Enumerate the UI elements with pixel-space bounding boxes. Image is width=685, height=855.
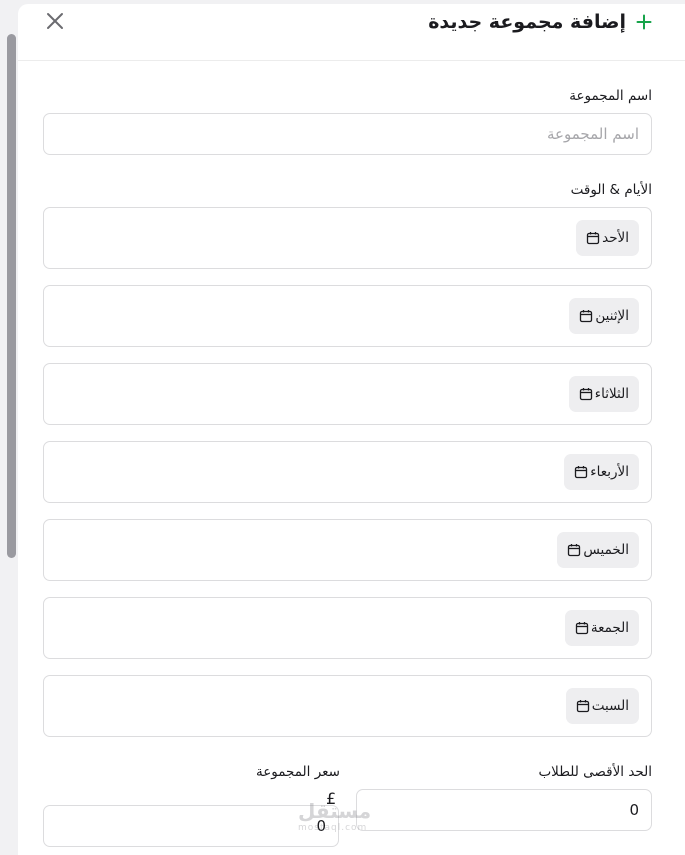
day-label: الجمعة [590,620,629,636]
day-button-wednesday[interactable]: الأربعاء [564,454,639,490]
day-row-sunday: الأحد [43,207,652,269]
add-group-modal: إضافة مجموعة جديدة اسم المجموعة الأيام &… [18,4,685,855]
group-price-label: سعر المجموعة [255,764,340,780]
calendar-icon [568,544,581,557]
scrollbar-thumb[interactable] [7,34,16,558]
watermark-logo: مستقل mostaql.com [298,799,388,839]
group-name-label: اسم المجموعة [569,88,652,104]
watermark-subtext: mostaql.com [298,823,368,833]
day-row-friday: الجمعة [43,597,652,659]
day-button-tuesday[interactable]: الثلاثاء [568,376,639,412]
modal-title: إضافة مجموعة جديدة [428,11,626,33]
close-button[interactable] [44,10,66,32]
day-label: الثلاثاء [594,386,629,402]
group-price-input[interactable] [43,805,339,847]
calendar-icon [576,700,589,713]
day-label: الأحد [602,230,629,246]
modal-title-wrap: إضافة مجموعة جديدة [428,8,652,36]
day-row-thursday: الخميس [43,519,652,581]
calendar-icon [575,622,589,635]
day-row-saturday: السبت [43,675,652,737]
calendar-icon [580,310,593,323]
day-label: الإثنين [595,308,629,324]
max-students-label: الحد الأقصى للطلاب [538,764,652,780]
day-button-thursday[interactable]: الخميس [557,532,639,568]
day-label: السبت [591,698,629,714]
day-label: الخميس [583,542,629,558]
modal-header: إضافة مجموعة جديدة [18,4,685,61]
day-row-tuesday: الثلاثاء [43,363,652,425]
calendar-icon [586,232,600,245]
max-students-input[interactable] [356,789,652,831]
calendar-icon [575,466,588,479]
day-row-monday: الإثنين [43,285,652,347]
group-name-input[interactable] [43,113,652,155]
day-button-friday[interactable]: الجمعة [564,610,639,646]
schedule-label: الأيام & الوقت [570,182,652,198]
plus-icon [636,14,652,30]
day-button-monday[interactable]: الإثنين [569,298,639,334]
close-icon [47,13,63,29]
scrollbar-track[interactable] [0,0,18,855]
day-row-wednesday: الأربعاء [43,441,652,503]
day-label: الأربعاء [590,464,629,480]
watermark-text: مستقل [298,799,372,823]
calendar-icon [579,388,592,401]
day-button-saturday[interactable]: السبت [565,688,639,724]
day-button-sunday[interactable]: الأحد [576,220,639,256]
